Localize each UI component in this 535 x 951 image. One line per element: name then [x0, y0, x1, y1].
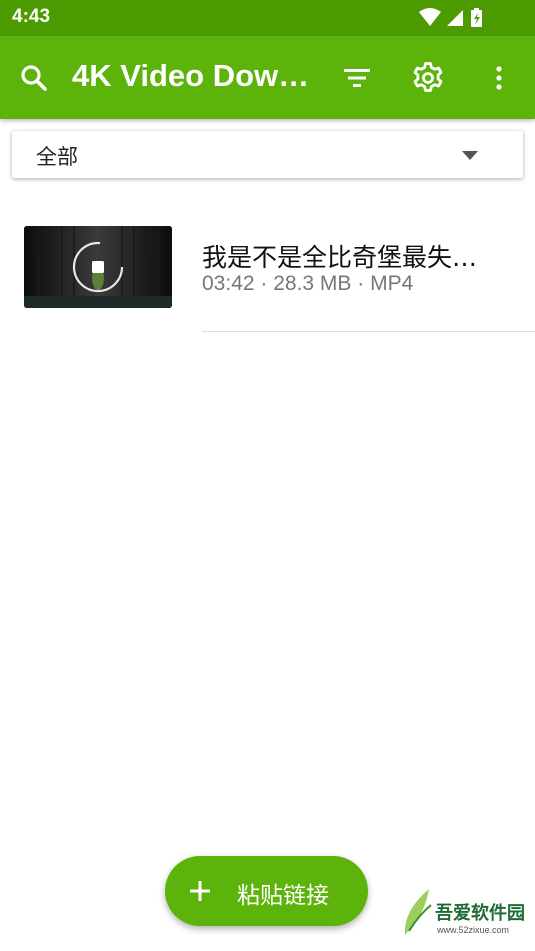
wifi-icon [419, 8, 441, 26]
category-dropdown[interactable]: 全部 [12, 131, 523, 178]
watermark: 吾爱软件园 www.52zixue.com [399, 881, 529, 947]
status-icons [419, 8, 482, 27]
category-dropdown-value: 全部 [36, 145, 78, 169]
dropdown-arrow-icon [462, 151, 478, 160]
plus-icon [190, 881, 210, 901]
filter-button[interactable] [339, 60, 375, 96]
watermark-brand: 吾爱软件园 [435, 903, 525, 924]
download-title: 我是不是全比奇堡最失… [202, 243, 478, 272]
more-button[interactable] [481, 60, 517, 96]
download-meta: 03:42 · 28.3 MB · MP4 [202, 272, 414, 295]
app-bar: 4K Video Downloader [0, 36, 535, 119]
watermark-logo [404, 889, 432, 935]
app-title: 4K Video Downloader [72, 58, 322, 93]
paste-link-label: 粘贴链接 [237, 883, 329, 909]
video-thumbnail-image [24, 226, 172, 308]
download-list-item[interactable]: 我是不是全比奇堡最失… 03:42 · 28.3 MB · MP4 [0, 200, 535, 332]
paste-link-button[interactable]: 粘贴链接 [165, 856, 368, 926]
video-thumbnail [24, 226, 172, 308]
gear-icon [413, 62, 443, 92]
watermark-url: www.52zixue.com [437, 925, 510, 935]
settings-button[interactable] [410, 60, 446, 96]
search-button[interactable] [16, 60, 52, 96]
stop-icon [92, 261, 104, 273]
status-time: 4:43 [12, 6, 51, 27]
filter-icon [344, 69, 370, 87]
signal-icon [447, 10, 463, 26]
status-bar: 4:43 [0, 0, 535, 36]
more-vertical-icon [496, 66, 502, 90]
list-divider [202, 331, 535, 332]
search-icon [21, 65, 47, 91]
battery-charging-icon [471, 8, 482, 27]
